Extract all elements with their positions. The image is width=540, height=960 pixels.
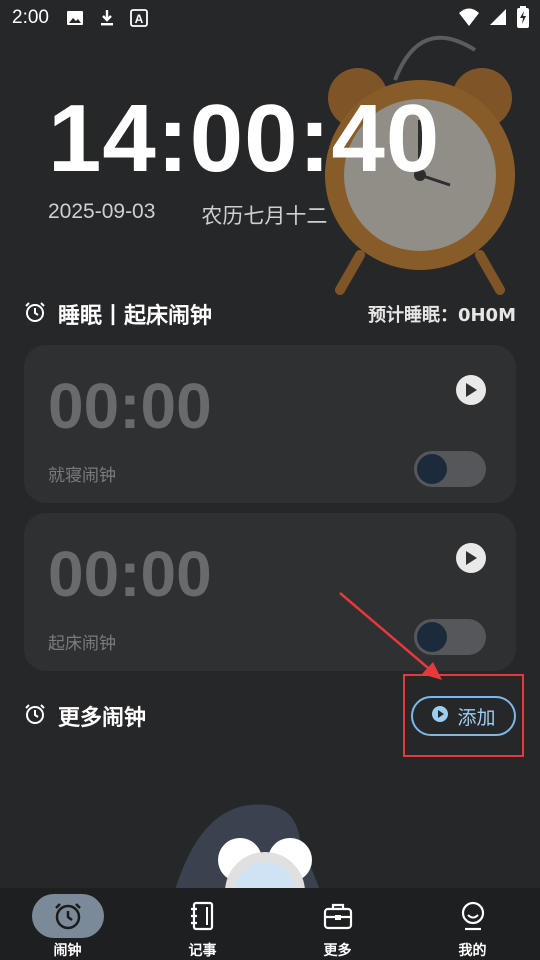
alarm-label: 起床闹钟 — [48, 634, 116, 654]
alarm-label: 就寝闹钟 — [48, 466, 116, 486]
date-row: 2025-09-03 农历七月十二 — [48, 200, 327, 230]
current-time: 14:00:40 — [48, 85, 441, 192]
notebook-icon — [167, 894, 239, 938]
a-icon: A — [129, 8, 149, 28]
sleep-estimate: 预计睡眠：0H0M — [367, 305, 516, 326]
tab-label: 闹钟 — [53, 943, 82, 959]
bedtime-alarm-card[interactable]: 00:00 就寝闹钟 — [24, 345, 516, 503]
sleep-section-header: 睡眠丨起床闹钟 预计睡眠：0H0M — [24, 298, 516, 330]
add-alarm-label: 添加 — [457, 706, 496, 729]
tab-label: 记事 — [188, 943, 217, 959]
alarm-clock-icon — [24, 703, 46, 729]
mascot-illustration — [175, 804, 320, 890]
tab-alarm[interactable]: 闹钟 — [0, 888, 135, 960]
play-icon[interactable] — [456, 375, 486, 405]
download-icon — [97, 8, 117, 28]
toggle-knob — [417, 454, 447, 484]
annotation-arrow — [339, 592, 442, 680]
more-alarms-title: 更多闹钟 — [58, 706, 147, 731]
profile-icon — [437, 894, 509, 938]
bedtime-alarm-toggle[interactable] — [414, 451, 486, 487]
tab-notes[interactable]: 记事 — [135, 888, 270, 960]
alarm-time: 00:00 — [48, 370, 212, 442]
alarm-time: 00:00 — [48, 538, 212, 610]
alarm-icon — [31, 894, 104, 938]
lunar-date: 农历七月十二 — [201, 205, 328, 228]
tab-label: 更多 — [323, 943, 352, 959]
tab-profile[interactable]: 我的 — [405, 888, 540, 960]
alarm-clock-icon — [24, 301, 46, 327]
current-date: 2025-09-03 — [48, 200, 156, 223]
image-icon — [65, 8, 85, 28]
bottom-tab-bar: 闹钟 记事 更多 我的 — [0, 888, 540, 960]
toolbox-icon — [302, 894, 374, 938]
sleep-section-title: 睡眠丨起床闹钟 — [58, 304, 213, 329]
play-circle-icon — [431, 705, 449, 728]
tab-more[interactable]: 更多 — [270, 888, 405, 960]
play-icon[interactable] — [456, 543, 486, 573]
more-alarms-header: 更多闹钟 — [24, 700, 384, 732]
svg-text:A: A — [135, 12, 144, 26]
add-alarm-button[interactable]: 添加 — [411, 696, 516, 736]
status-time: 2:00 — [12, 7, 49, 28]
tab-label: 我的 — [458, 943, 487, 959]
